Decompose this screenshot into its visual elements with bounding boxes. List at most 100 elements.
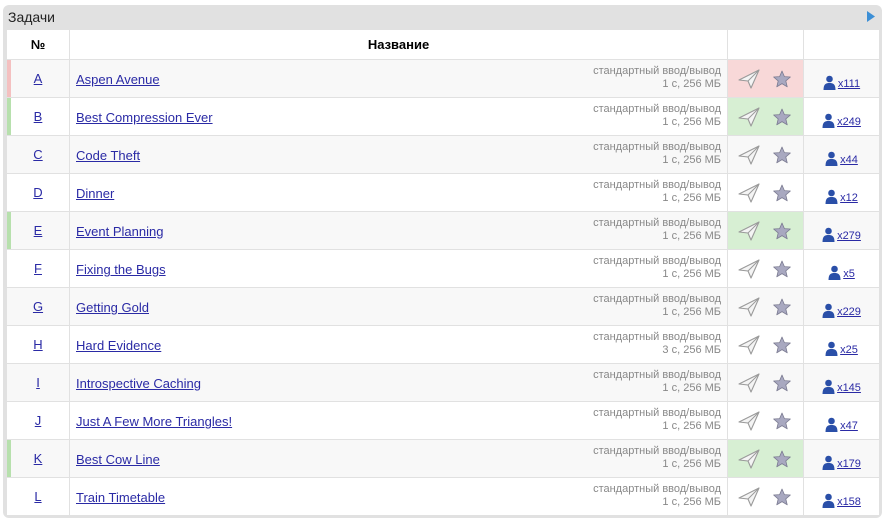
star-icon[interactable] xyxy=(773,298,791,316)
problem-solved-cell: x158 xyxy=(803,477,880,516)
paper-plane-icon[interactable] xyxy=(738,69,760,89)
problem-name-link[interactable]: Code Theft xyxy=(76,148,140,163)
problem-limits: стандартный ввод/вывод 1 с, 256 МБ xyxy=(593,445,721,471)
paper-plane-icon[interactable] xyxy=(738,487,760,507)
triangle-right-icon[interactable] xyxy=(866,10,876,23)
problem-letter-link[interactable]: H xyxy=(33,337,42,352)
star-icon[interactable] xyxy=(773,222,791,240)
problem-letter-link[interactable]: D xyxy=(33,185,42,200)
problem-letter-link[interactable]: L xyxy=(34,489,41,504)
problem-name-cell: Event Planning стандартный ввод/вывод 1 с,… xyxy=(69,211,728,250)
problem-actions-cell xyxy=(727,173,804,212)
problem-name-link[interactable]: Getting Gold xyxy=(76,300,149,315)
problem-letter-link[interactable]: B xyxy=(34,109,43,124)
star-icon[interactable] xyxy=(773,488,791,506)
paper-plane-icon[interactable] xyxy=(738,107,760,127)
star-icon[interactable] xyxy=(773,260,791,278)
star-icon[interactable] xyxy=(773,146,791,164)
problem-name-link[interactable]: Event Planning xyxy=(76,224,163,239)
solved-count-link[interactable]: x229 xyxy=(822,303,861,318)
user-icon xyxy=(822,303,835,318)
solved-count-link[interactable]: x279 xyxy=(822,227,861,242)
problem-limits: стандартный ввод/вывод 1 с, 256 МБ xyxy=(593,255,721,281)
star-icon[interactable] xyxy=(773,336,791,354)
solved-count-link[interactable]: x111 xyxy=(823,75,860,90)
problem-name-link[interactable]: Dinner xyxy=(76,186,114,201)
paper-plane-icon[interactable] xyxy=(738,411,760,431)
problem-time-memory: 1 с, 256 МБ xyxy=(662,306,721,318)
problem-letter-link[interactable]: J xyxy=(35,413,42,428)
star-icon[interactable] xyxy=(773,412,791,430)
problem-letter-link[interactable]: A xyxy=(34,71,43,86)
star-icon[interactable] xyxy=(773,108,791,126)
problem-name-link[interactable]: Hard Evidence xyxy=(76,338,161,353)
paper-plane-icon[interactable] xyxy=(738,183,760,203)
star-icon[interactable] xyxy=(773,374,791,392)
problem-name-link[interactable]: Aspen Avenue xyxy=(76,72,160,87)
solved-count: x179 xyxy=(837,457,861,470)
problem-name-link[interactable]: Fixing the Bugs xyxy=(76,262,166,277)
paper-plane-icon[interactable] xyxy=(738,259,760,279)
problem-solved-cell: x145 xyxy=(803,363,880,402)
header-actions xyxy=(727,29,804,60)
problem-name-link[interactable]: Introspective Caching xyxy=(76,376,201,391)
table-row: A Aspen Avenue стандартный ввод/вывод 1 с, … xyxy=(6,59,880,98)
table-row: B Best Compression Ever стандартный ввод/в… xyxy=(6,97,880,136)
problem-io: стандартный ввод/вывод xyxy=(593,103,721,115)
problem-io: стандартный ввод/вывод xyxy=(593,65,721,77)
problem-actions-cell xyxy=(727,249,804,288)
solved-count-link[interactable]: x25 xyxy=(825,341,858,356)
problem-name-cell: Just A Few More Triangles! стандартный вв… xyxy=(69,401,728,440)
problem-name-link[interactable]: Train Timetable xyxy=(76,490,165,505)
problem-name-link[interactable]: Best Compression Ever xyxy=(76,110,213,125)
star-icon[interactable] xyxy=(773,70,791,88)
solved-count-link[interactable]: x44 xyxy=(825,151,858,166)
table-row: H Hard Evidence стандартный ввод/вывод 3 с,… xyxy=(6,325,880,364)
problem-actions-cell xyxy=(727,287,804,326)
problem-letter-link[interactable]: F xyxy=(34,261,42,276)
problem-limits: стандартный ввод/вывод 1 с, 256 МБ xyxy=(593,217,721,243)
table-row: J Just A Few More Triangles! стандартный в… xyxy=(6,401,880,440)
user-icon xyxy=(822,455,835,470)
paper-plane-icon[interactable] xyxy=(738,221,760,241)
paper-plane-icon[interactable] xyxy=(738,373,760,393)
problem-letter-link[interactable]: G xyxy=(33,299,43,314)
solved-count: x111 xyxy=(837,77,861,90)
solved-count-link[interactable]: x5 xyxy=(828,265,855,280)
solved-count: x145 xyxy=(837,381,861,394)
problem-actions-cell xyxy=(727,135,804,174)
star-icon[interactable] xyxy=(773,450,791,468)
table-row: K Best Cow Line стандартный ввод/вывод 1 с,… xyxy=(6,439,880,478)
paper-plane-icon[interactable] xyxy=(738,297,760,317)
problem-letter-link[interactable]: K xyxy=(34,451,43,466)
solved-count-link[interactable]: x249 xyxy=(822,113,861,128)
solved-count: x158 xyxy=(837,495,861,508)
problem-name-link[interactable]: Just A Few More Triangles! xyxy=(76,414,232,429)
solved-count-link[interactable]: x145 xyxy=(822,379,861,394)
problem-index-cell: C xyxy=(6,135,70,174)
problem-time-memory: 1 с, 256 МБ xyxy=(662,382,721,394)
solved-count-link[interactable]: x179 xyxy=(822,455,861,470)
problem-letter-link[interactable]: E xyxy=(34,223,43,238)
problem-letter-link[interactable]: I xyxy=(36,375,40,390)
problem-limits: стандартный ввод/вывод 1 с, 256 МБ xyxy=(593,369,721,395)
star-icon[interactable] xyxy=(773,184,791,202)
problem-io: стандартный ввод/вывод xyxy=(593,217,721,229)
problem-index-cell: K xyxy=(6,439,70,478)
solved-count-link[interactable]: x47 xyxy=(825,417,858,432)
paper-plane-icon[interactable] xyxy=(738,335,760,355)
problems-table: № Название A Aspen Avenue стандартный ввод… xyxy=(6,29,880,516)
problem-io: стандартный ввод/вывод xyxy=(593,445,721,457)
problem-letter-link[interactable]: C xyxy=(33,147,42,162)
paper-plane-icon[interactable] xyxy=(738,449,760,469)
problem-name-link[interactable]: Best Cow Line xyxy=(76,452,160,467)
problem-name-cell: Best Cow Line стандартный ввод/вывод 1 с, … xyxy=(69,439,728,478)
solved-count-link[interactable]: x12 xyxy=(825,189,858,204)
problem-io: стандартный ввод/вывод xyxy=(593,179,721,191)
problem-solved-cell: x5 xyxy=(803,249,880,288)
problem-time-memory: 1 с, 256 МБ xyxy=(662,154,721,166)
status-marker xyxy=(7,60,11,97)
problem-index-cell: I xyxy=(6,363,70,402)
solved-count-link[interactable]: x158 xyxy=(822,493,861,508)
paper-plane-icon[interactable] xyxy=(738,145,760,165)
